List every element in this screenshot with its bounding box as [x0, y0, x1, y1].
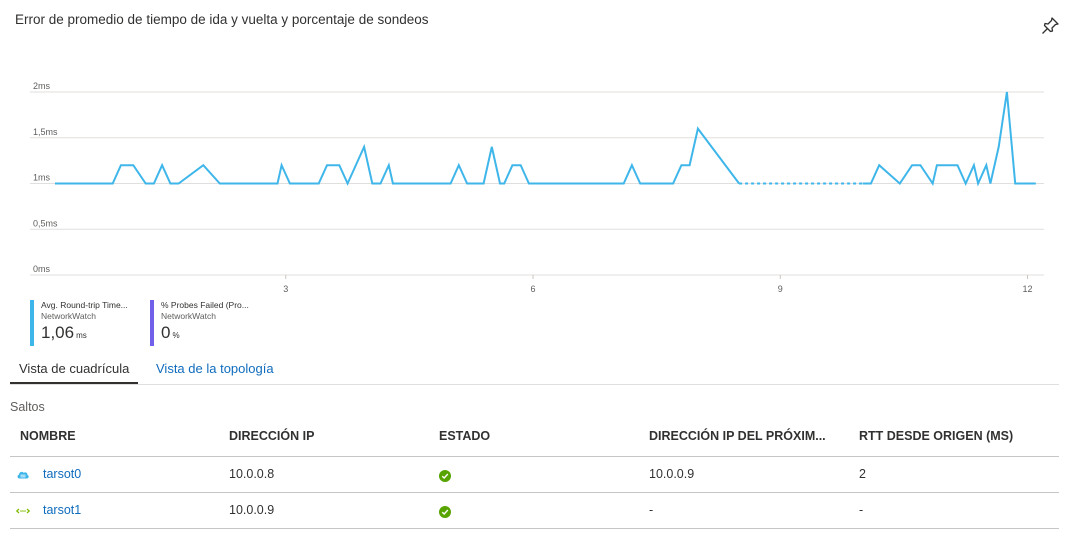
column-header-next-hop-ip[interactable]: DIRECCIÓN IP DEL PRÓXIM...	[649, 429, 826, 443]
next-hop-ip: 10.0.0.9	[649, 467, 695, 481]
section-title: Saltos	[10, 400, 45, 414]
table-row[interactable]: tarsot1 10.0.0.9 - -	[10, 493, 1059, 529]
rtt-value: 2	[859, 467, 866, 481]
legend-unit: %	[172, 331, 180, 340]
x-tick-label: 6	[531, 284, 536, 294]
legend-source: NetworkWatch	[161, 311, 216, 321]
legend-value: 0	[161, 323, 171, 342]
y-tick-label: 0,5ms	[33, 218, 58, 228]
column-header-name[interactable]: NOMBRE	[20, 429, 76, 443]
legend-source: NetworkWatch	[41, 311, 96, 321]
series-line-rtt	[55, 126, 740, 186]
check-circle-icon	[439, 470, 451, 482]
x-tick-label: 3	[283, 284, 288, 294]
x-tick-label: 9	[778, 284, 783, 294]
hop-name-link[interactable]: tarsot1	[43, 503, 81, 517]
hop-ip: 10.0.0.8	[229, 467, 275, 481]
legend-item-rtt[interactable]: Avg. Round-trip Time... NetworkWatch 1,0…	[30, 300, 128, 346]
column-header-status[interactable]: ESTADO	[439, 429, 490, 443]
view-tabs: Vista de cuadrícula Vista de la topologí…	[10, 356, 1059, 385]
table-header: NOMBRE DIRECCIÓN IP ESTADO DIRECCIÓN IP …	[10, 420, 1059, 457]
column-header-rtt[interactable]: RTT DESDE ORIGEN (MS)	[859, 429, 1013, 443]
legend-name: % Probes Failed (Pro...	[161, 300, 249, 310]
network-interface-icon	[16, 508, 30, 514]
y-tick-label: 1ms	[33, 173, 51, 183]
hops-table: NOMBRE DIRECCIÓN IP ESTADO DIRECCIÓN IP …	[10, 420, 1059, 529]
table-row[interactable]: tarsot0 10.0.0.8 10.0.0.9 2	[10, 457, 1059, 493]
hop-ip: 10.0.0.9	[229, 503, 275, 517]
rtt-value: -	[859, 503, 864, 517]
y-tick-label: 1,5ms	[33, 127, 58, 137]
legend-value: 1,06	[41, 323, 75, 342]
tab-topology-view[interactable]: Vista de la topología	[156, 356, 274, 384]
y-tick-label: 2ms	[33, 81, 51, 91]
vm-icon	[17, 471, 29, 479]
legend-unit: ms	[76, 331, 87, 340]
line-chart: 2ms 1,5ms 1ms 0,5ms 0ms 3 6 9 12	[30, 81, 1044, 294]
legend-name: Avg. Round-trip Time...	[41, 300, 128, 310]
tab-grid-view[interactable]: Vista de cuadrícula	[10, 356, 139, 384]
x-tick-label: 12	[1023, 284, 1033, 294]
column-header-ip[interactable]: DIRECCIÓN IP	[229, 429, 314, 443]
y-tick-label: 0ms	[33, 264, 51, 274]
legend-item-probes-failed[interactable]: % Probes Failed (Pro... NetworkWatch 0%	[150, 300, 249, 346]
check-circle-icon	[439, 506, 451, 518]
next-hop-ip: -	[649, 503, 654, 517]
hop-name-link[interactable]: tarsot0	[43, 467, 81, 481]
